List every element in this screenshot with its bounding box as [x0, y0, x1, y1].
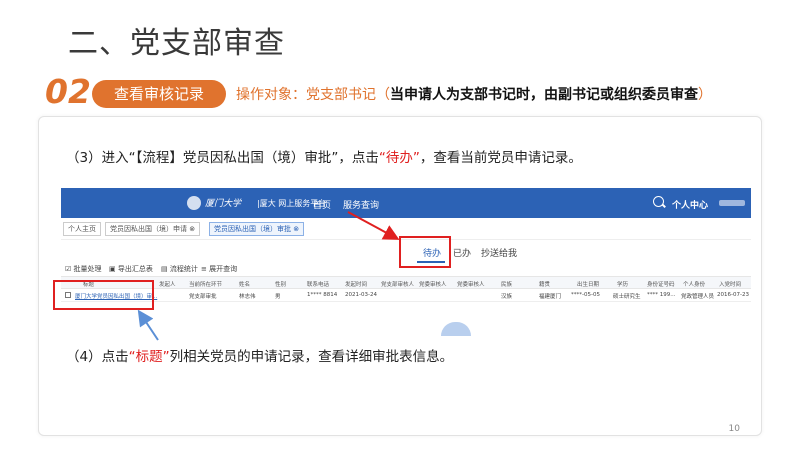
top-nav-bar: 厦门大学 |厦大 网上服务平台 首页 服务查询 个人中心 [61, 188, 751, 218]
instruction-step-4: （4）点击“标题”列相关党员的申请记录，查看详细审批表信息。 [66, 345, 453, 365]
instr2-text-b: 列相关党员的申请记录，查看详细审批表信息。 [169, 349, 454, 365]
export-summary-button[interactable]: ▣ 导出汇总表 [109, 264, 153, 274]
logo-text: 厦门大学 [205, 199, 242, 209]
nav-service-query[interactable]: 服务查询 [343, 198, 379, 211]
table-row[interactable]: 厦门大学党员因私出国（境）审... 党支部审批 林志伟 男 1**** 8814… [61, 289, 751, 302]
process-stats-button[interactable]: ▤ 流程统计 [161, 264, 198, 274]
row-education: 硕士研究生 [613, 294, 641, 300]
instr2-text-a: （4）点击 [66, 349, 129, 365]
col-current-stage: 当前所在环节 [189, 282, 223, 288]
col-join-date: 入党时间 [719, 282, 742, 288]
nav-home[interactable]: 首页 [313, 198, 331, 211]
col-start-time: 发起时间 [345, 282, 368, 288]
expand-query-button[interactable]: ≡ 展开查询 [201, 264, 237, 274]
col-name: 姓名 [239, 282, 251, 288]
step-desc-prefix: 操作对象：党支部书记（ [236, 87, 390, 103]
col-committee-reviewer: 党委审核人 [419, 282, 447, 288]
row-id-number: **** 199... [647, 292, 676, 298]
tab-application[interactable]: 党员因私出国（境）申请 ⊗ [105, 222, 201, 236]
instr1-highlight: “待办” [378, 150, 420, 166]
step-desc-bold: 当申请人为支部书记时，由副书记或组织委员审查 [390, 87, 698, 103]
row-native-place: 福建厦门 [539, 294, 562, 300]
page-number: 10 [728, 424, 740, 434]
step-label-badge: 查看审核记录 [92, 80, 226, 108]
tab-home[interactable]: 个人主页 [63, 222, 101, 236]
row-identity: 党政管理人员 [681, 294, 715, 300]
col-native-place: 籍贯 [539, 282, 551, 288]
subtab-cc[interactable]: 抄送给我 [481, 246, 517, 259]
col-gender: 性别 [275, 282, 287, 288]
col-birth-date: 出生日期 [577, 282, 600, 288]
user-menu[interactable] [719, 200, 745, 206]
university-logo-icon [187, 196, 201, 210]
instr1-text-b: ，查看当前党员申请记录。 [419, 150, 582, 166]
batch-process-button[interactable]: ☑ 批量处理 [65, 264, 102, 274]
table-header: 标题 发起人 当前所在环节 姓名 性别 联系电话 发起时间 党支部审核人 党委审… [61, 276, 751, 289]
row-gender: 男 [275, 294, 281, 300]
col-branch-reviewer: 党支部审核人 [381, 282, 415, 288]
col-phone: 联系电话 [307, 282, 330, 288]
instruction-step-3: （3）进入“【流程】党员因私出国（境）审批”，点击“待办”，查看当前党员申请记录… [66, 146, 582, 166]
row-name: 林志伟 [239, 294, 256, 300]
row-phone: 1**** 8814 [307, 292, 338, 298]
highlight-box-todo [399, 236, 451, 268]
col-ethnicity: 民族 [501, 282, 513, 288]
col-id-number: 身份证号码 [647, 282, 675, 288]
search-icon[interactable] [653, 196, 664, 207]
step-description: 操作对象：党支部书记（当申请人为支部书记时，由副书记或组织委员审查） [236, 84, 712, 104]
slide: 二、党支部审查 02 查看审核记录 操作对象：党支部书记（当申请人为支部书记时，… [0, 0, 800, 450]
col-initiator: 发起人 [159, 282, 176, 288]
subtab-done[interactable]: 已办 [453, 246, 471, 259]
row-stage: 党支部审批 [189, 294, 217, 300]
highlight-box-title [53, 280, 154, 310]
col-education: 学历 [617, 282, 629, 288]
row-join-date: 2016-07-23 [717, 292, 749, 298]
step-desc-suffix: ） [698, 87, 712, 103]
col-identity: 个人身份 [683, 282, 706, 288]
personal-center-link[interactable]: 个人中心 [672, 198, 708, 211]
row-ethnicity: 汉族 [501, 294, 513, 300]
instr2-highlight: “标题” [128, 349, 170, 365]
col-committee-reviewer-2: 党委审核人 [457, 282, 485, 288]
step-number: 02 [45, 72, 91, 111]
instr1-text-a: （3）进入“【流程】党员因私出国（境）审批”，点击 [66, 150, 379, 166]
page-title: 二、党支部审查 [68, 26, 285, 61]
tab-approval[interactable]: 党员因私出国（境）审批 ⊗ [209, 222, 305, 236]
row-birth-date: ****-05-05 [571, 292, 600, 298]
row-start-time: 2021-03-24 [345, 292, 377, 298]
